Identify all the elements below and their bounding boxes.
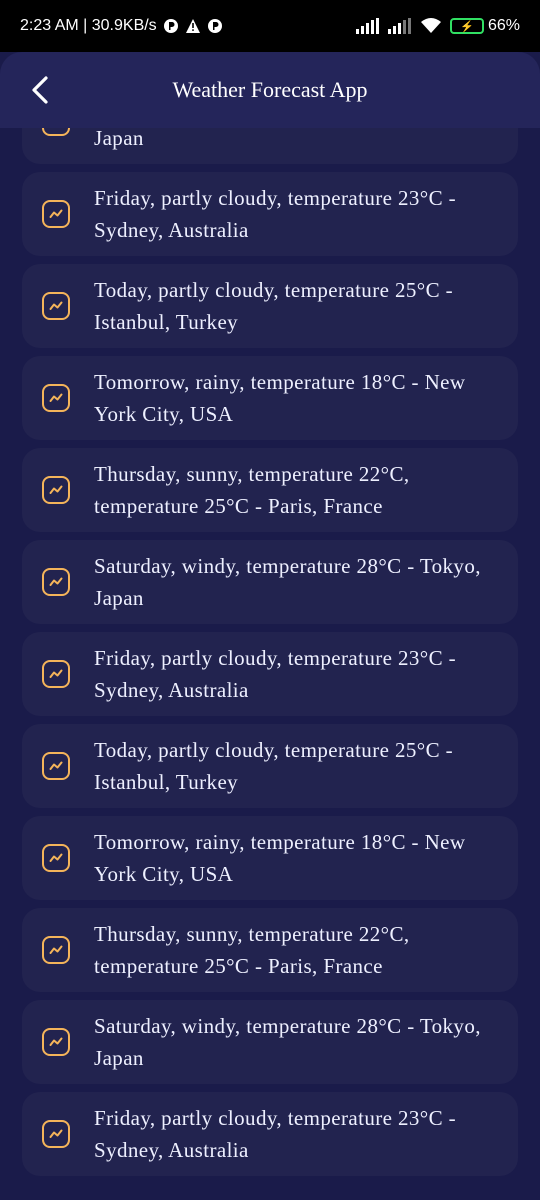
forecast-item[interactable]: Friday, partly cloudy, temperature 23°C … [22,1092,518,1176]
chart-line-icon [42,660,70,688]
back-button[interactable] [22,72,58,108]
chart-line-icon [42,200,70,228]
status-time-speed: 2:23 AM | 30.9KB/s [20,17,157,34]
status-left: 2:23 AM | 30.9KB/s [20,17,223,35]
forecast-list: Saturday, windy, temperature 28°C - Toky… [22,80,518,1184]
chart-line-icon [42,1120,70,1148]
forecast-item-text: Tomorrow, rainy, temperature 18°C - New … [94,830,466,886]
forecast-item-text: Saturday, windy, temperature 28°C - Toky… [94,554,481,610]
notification-icon-2 [207,18,223,34]
forecast-item[interactable]: Tomorrow, rainy, temperature 18°C - New … [22,356,518,440]
forecast-item-text: Friday, partly cloudy, temperature 23°C … [94,1106,457,1162]
chevron-left-icon [32,76,48,104]
battery-indicator: ⚡ 66% [449,17,520,35]
battery-icon: ⚡ [449,18,484,34]
battery-level: 66% [487,17,520,34]
forecast-item-text: Friday, partly cloudy, temperature 23°C … [94,186,457,242]
forecast-item[interactable]: Friday, partly cloudy, temperature 23°C … [22,632,518,716]
signal-icon-2 [387,18,412,34]
page-title: Weather Forecast App [172,77,368,102]
app-bar: Weather Forecast App [0,52,540,128]
chart-line-icon [42,752,70,780]
chart-line-icon [42,568,70,596]
forecast-item-text: Saturday, windy, temperature 28°C - Toky… [94,1014,481,1070]
chart-line-icon [42,292,70,320]
status-right: ⚡ 66% [355,17,520,35]
chart-line-icon [42,384,70,412]
forecast-item[interactable]: Thursday, sunny, temperature 22°C, tempe… [22,908,518,992]
warning-icon [185,18,201,34]
forecast-item-text: Today, partly cloudy, temperature 25°C -… [94,738,454,794]
forecast-item[interactable]: Today, partly cloudy, temperature 25°C -… [22,264,518,348]
forecast-item-text: Friday, partly cloudy, temperature 23°C … [94,646,457,702]
signal-icon [355,18,380,34]
chart-line-icon [42,476,70,504]
chart-line-icon [42,844,70,872]
forecast-item-text: Tomorrow, rainy, temperature 18°C - New … [94,370,466,426]
chart-line-icon [42,936,70,964]
wifi-icon [420,18,442,34]
notification-icon [163,18,179,34]
forecast-item[interactable]: Saturday, windy, temperature 28°C - Toky… [22,540,518,624]
status-bar: 2:23 AM | 30.9KB/s ⚡ 66% [0,0,540,52]
forecast-item[interactable]: Friday, partly cloudy, temperature 23°C … [22,172,518,256]
forecast-item-text: Thursday, sunny, temperature 22°C, tempe… [94,922,410,978]
chart-line-icon [42,1028,70,1056]
forecast-item[interactable]: Saturday, windy, temperature 28°C - Toky… [22,1000,518,1084]
forecast-item-text: Today, partly cloudy, temperature 25°C -… [94,278,454,334]
screen: 2:23 AM | 30.9KB/s ⚡ 66% Weather Forecas… [0,0,540,1200]
forecast-item[interactable]: Tomorrow, rainy, temperature 18°C - New … [22,816,518,900]
forecast-item[interactable]: Today, partly cloudy, temperature 25°C -… [22,724,518,808]
forecast-item[interactable]: Thursday, sunny, temperature 22°C, tempe… [22,448,518,532]
forecast-item-text: Thursday, sunny, temperature 22°C, tempe… [94,462,410,518]
